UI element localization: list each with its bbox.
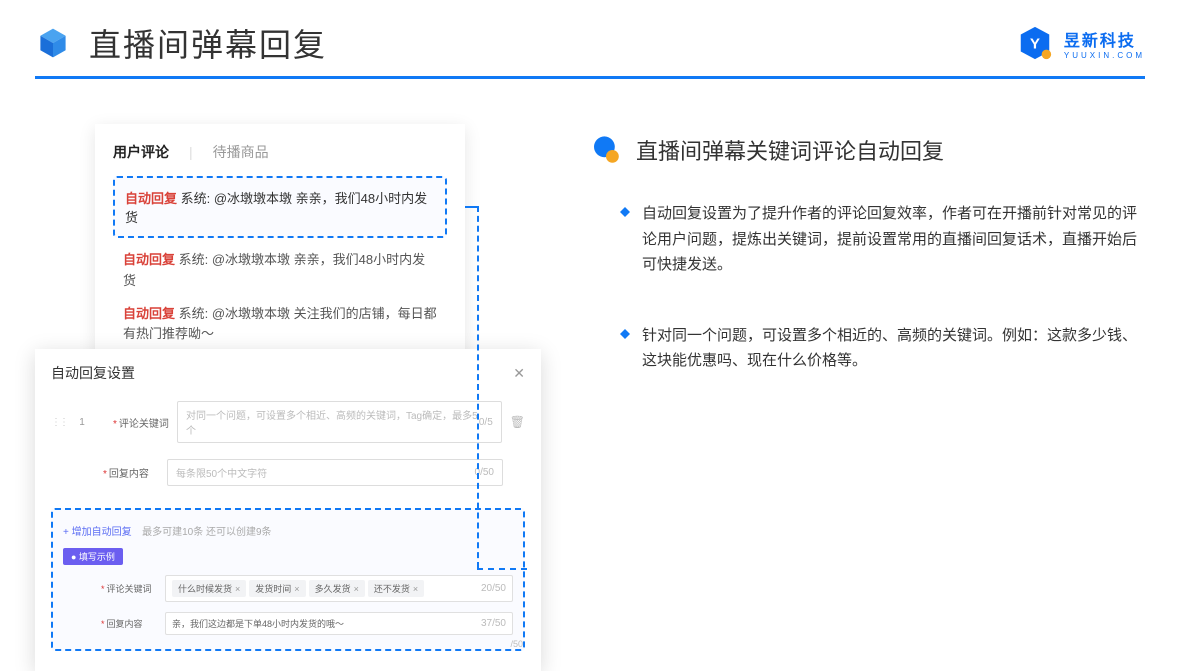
auto-reply-modal: 自动回复设置 ✕ ⋮⋮ 1 *评论关键词 对同一个问题，可设置多个相近、高频的关…	[35, 349, 541, 671]
keyword-tag[interactable]: 什么时候发货×	[172, 580, 246, 597]
connector-line-h1	[465, 206, 477, 208]
example-content-text: 亲，我们这边都是下单48小时内发货的哦～	[172, 617, 344, 630]
connector-line-h2	[477, 568, 527, 570]
comment-line-3: 自动回复 系统: @冰墩墩本墩 关注我们的店铺，每日都有热门推荐呦～	[113, 292, 447, 346]
section-heading: 直播间弹幕关键词评论自动回复	[590, 134, 1145, 166]
content-input[interactable]: 每条限50个中文字符 0/50	[167, 459, 503, 486]
header-left: 直播间弹幕回复	[35, 20, 327, 66]
connector-line-v	[477, 206, 479, 568]
example-badge: ● 填写示例	[63, 548, 123, 565]
bullet-1-text: 自动回复设置为了提升作者的评论回复效率，作者可在开播前针对常见的评论用户问题，提…	[642, 201, 1145, 278]
auto-reply-tag: 自动回复	[123, 306, 175, 321]
page-title: 直播间弹幕回复	[89, 20, 327, 66]
keyword-placeholder: 对同一个问题，可设置多个相近、高频的关键词，Tag确定，最多5个	[186, 407, 479, 437]
left-column: 用户评论 | 待播商品 自动回复 系统: @冰墩墩本墩 亲亲，我们48小时内发货…	[35, 124, 555, 614]
page-header: 直播间弹幕回复 Y 昱新科技 YUUXIN.COM	[0, 0, 1180, 76]
brand-name-cn: 昱新科技	[1064, 27, 1145, 51]
bullet-1: 自动回复设置为了提升作者的评论回复效率，作者可在开播前针对常见的评论用户问题，提…	[590, 201, 1145, 278]
keyword-tag[interactable]: 多久发货×	[309, 580, 365, 597]
modal-title: 自动回复设置	[51, 363, 135, 383]
highlighted-comment: 自动回复 系统: @冰墩墩本墩 亲亲，我们48小时内发货	[113, 176, 447, 238]
brand-hexagon-icon: Y	[1016, 24, 1054, 62]
chat-bubble-icon	[590, 134, 622, 166]
svg-text:Y: Y	[1030, 36, 1040, 53]
comment-panel: 用户评论 | 待播商品 自动回复 系统: @冰墩墩本墩 亲亲，我们48小时内发货…	[95, 124, 465, 375]
tab-pending-products[interactable]: 待播商品	[213, 142, 269, 162]
cube-icon	[35, 25, 71, 61]
diamond-bullet-icon	[620, 207, 630, 217]
comment-line-2: 自动回复 系统: @冰墩墩本墩 亲亲，我们48小时内发货	[113, 238, 447, 292]
brand-name-en: YUUXIN.COM	[1064, 51, 1145, 60]
content-row: *回复内容 每条限50个中文字符 0/50	[51, 451, 525, 494]
example-tags: 什么时候发货×发货时间×多久发货×还不发货×	[172, 580, 427, 597]
heading-text: 直播间弹幕关键词评论自动回复	[636, 134, 944, 166]
example-keyword-counter: 20/50	[481, 583, 506, 594]
keyword-tag[interactable]: 发货时间×	[249, 580, 305, 597]
tab-user-comments[interactable]: 用户评论	[113, 142, 169, 162]
keyword-tag[interactable]: 还不发货×	[368, 580, 424, 597]
keyword-row: ⋮⋮ 1 *评论关键词 对同一个问题，可设置多个相近、高频的关键词，Tag确定，…	[51, 393, 525, 451]
bullet-2: 针对同一个问题，可设置多个相近的、高频的关键词。例如：这款多少钱、这块能优惠吗、…	[590, 323, 1145, 374]
keyword-input[interactable]: 对同一个问题，可设置多个相近、高频的关键词，Tag确定，最多5个 0/5	[177, 401, 502, 443]
bullet-2-text: 针对同一个问题，可设置多个相近的、高频的关键词。例如：这款多少钱、这块能优惠吗、…	[642, 323, 1145, 374]
tab-divider: |	[189, 144, 193, 160]
content-placeholder: 每条限50个中文字符	[176, 465, 267, 480]
content-label: *回复内容	[103, 465, 159, 480]
diamond-bullet-icon	[620, 329, 630, 339]
example-content-label: *回复内容	[101, 617, 157, 630]
example-keyword-label: *评论关键词	[101, 582, 157, 595]
keyword-counter: 0/5	[479, 417, 493, 428]
trash-icon[interactable]: 🗑	[510, 415, 525, 429]
drag-handle-icon[interactable]: ⋮⋮	[51, 417, 67, 428]
example-content-counter: 37/50	[481, 618, 506, 629]
keyword-label: *评论关键词	[113, 415, 169, 430]
right-column: 直播间弹幕关键词评论自动回复 自动回复设置为了提升作者的评论回复效率，作者可在开…	[590, 124, 1145, 614]
example-content-input[interactable]: 亲，我们这边都是下单48小时内发货的哦～ 37/50	[165, 612, 513, 635]
comment-tabs: 用户评论 | 待播商品	[113, 142, 447, 176]
brand-logo: Y 昱新科技 YUUXIN.COM	[1016, 24, 1145, 62]
auto-reply-tag: 自动回复	[123, 252, 175, 267]
add-auto-reply-link[interactable]: + 增加自动回复	[63, 527, 132, 538]
add-hint: 最多可建10条 还可以创建9条	[142, 527, 271, 538]
auto-reply-tag: 自动回复	[125, 191, 177, 206]
example-keyword-input[interactable]: 什么时候发货×发货时间×多久发货×还不发货× 20/50	[165, 575, 513, 602]
example-keyword-row: *评论关键词 什么时候发货×发货时间×多久发货×还不发货× 20/50	[63, 575, 513, 602]
row-index: 1	[75, 417, 89, 428]
example-block: + 增加自动回复 最多可建10条 还可以创建9条 ● 填写示例 *评论关键词 什…	[51, 508, 525, 651]
example-content-row: *回复内容 亲，我们这边都是下单48小时内发货的哦～ 37/50	[63, 612, 513, 635]
extra-counter: /50	[510, 639, 523, 649]
close-icon[interactable]: ✕	[513, 365, 525, 382]
